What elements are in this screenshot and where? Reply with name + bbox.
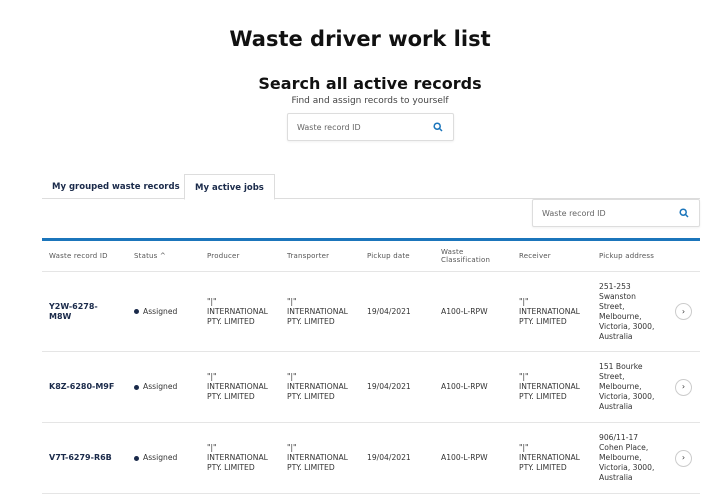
- col-pickup-date[interactable]: Pickup date: [360, 240, 434, 272]
- table-row[interactable]: Y2W-6278-M8W Assigned "|" INTERNATIONAL …: [42, 272, 700, 352]
- status-dot-icon: [134, 309, 139, 314]
- status-dot-icon: [134, 456, 139, 461]
- pickup-date: 19/04/2021: [360, 423, 434, 494]
- receiver: "|" INTERNATIONAL PTY. LIMITED: [512, 423, 592, 494]
- page-title: Waste driver work list: [0, 27, 720, 51]
- col-status[interactable]: Status ^: [127, 240, 200, 272]
- producer: "|" INTERNATIONAL PTY. LIMITED: [200, 352, 280, 423]
- table-search: [532, 199, 700, 227]
- transporter: "|" INTERNATIONAL PTY. LIMITED: [280, 272, 360, 352]
- pickup-address: 251-253 Swanston Street, Melbourne, Vict…: [592, 272, 668, 352]
- col-receiver[interactable]: Receiver: [512, 240, 592, 272]
- search-icon[interactable]: [433, 122, 443, 132]
- transporter: "|" INTERNATIONAL PTY. LIMITED: [280, 352, 360, 423]
- search-icon[interactable]: [679, 208, 689, 218]
- chevron-right-icon[interactable]: ›: [675, 303, 692, 320]
- pickup-date: 19/04/2021: [360, 272, 434, 352]
- status-badge: Assigned: [127, 423, 200, 494]
- pickup-address: 151 Bourke Street, Melbourne, Victoria, …: [592, 352, 668, 423]
- table-search-input[interactable]: [542, 200, 662, 226]
- records-table: Waste record ID Status ^ Producer Transp…: [42, 238, 700, 494]
- col-waste-record-id[interactable]: Waste record ID: [42, 240, 127, 272]
- col-transporter[interactable]: Transporter: [280, 240, 360, 272]
- status-badge: Assigned: [127, 272, 200, 352]
- tab-active-jobs[interactable]: My active jobs: [184, 174, 275, 200]
- chevron-right-icon[interactable]: ›: [675, 450, 692, 467]
- producer: "|" INTERNATIONAL PTY. LIMITED: [200, 272, 280, 352]
- col-pickup-address[interactable]: Pickup address: [592, 240, 668, 272]
- search-title: Search all active records: [0, 74, 720, 93]
- classification: A100-L-RPW: [434, 352, 512, 423]
- col-producer[interactable]: Producer: [200, 240, 280, 272]
- table-row[interactable]: K8Z-6280-M9F Assigned "|" INTERNATIONAL …: [42, 352, 700, 423]
- pickup-address: 906/11-17 Cohen Place, Melbourne, Victor…: [592, 423, 668, 494]
- global-search-input[interactable]: [297, 114, 417, 140]
- search-subtitle: Find and assign records to yourself: [0, 96, 720, 106]
- pickup-date: 19/04/2021: [360, 352, 434, 423]
- receiver: "|" INTERNATIONAL PTY. LIMITED: [512, 352, 592, 423]
- record-id[interactable]: V7T-6279-R6B: [42, 423, 127, 494]
- producer: "|" INTERNATIONAL PTY. LIMITED: [200, 423, 280, 494]
- table-row[interactable]: V7T-6279-R6B Assigned "|" INTERNATIONAL …: [42, 423, 700, 494]
- table-header: Waste record ID Status ^ Producer Transp…: [42, 240, 700, 272]
- record-id[interactable]: Y2W-6278-M8W: [42, 272, 127, 352]
- classification: A100-L-RPW: [434, 423, 512, 494]
- chevron-right-icon[interactable]: ›: [675, 379, 692, 396]
- classification: A100-L-RPW: [434, 272, 512, 352]
- record-id[interactable]: K8Z-6280-M9F: [42, 352, 127, 423]
- status-badge: Assigned: [127, 352, 200, 423]
- tab-grouped-waste-records[interactable]: My grouped waste records: [42, 174, 190, 199]
- receiver: "|" INTERNATIONAL PTY. LIMITED: [512, 272, 592, 352]
- transporter: "|" INTERNATIONAL PTY. LIMITED: [280, 423, 360, 494]
- col-waste-classification[interactable]: Waste Classification: [434, 240, 512, 272]
- global-search: [287, 113, 454, 141]
- status-dot-icon: [134, 385, 139, 390]
- tab-bar: My grouped waste records My active jobs: [42, 174, 700, 199]
